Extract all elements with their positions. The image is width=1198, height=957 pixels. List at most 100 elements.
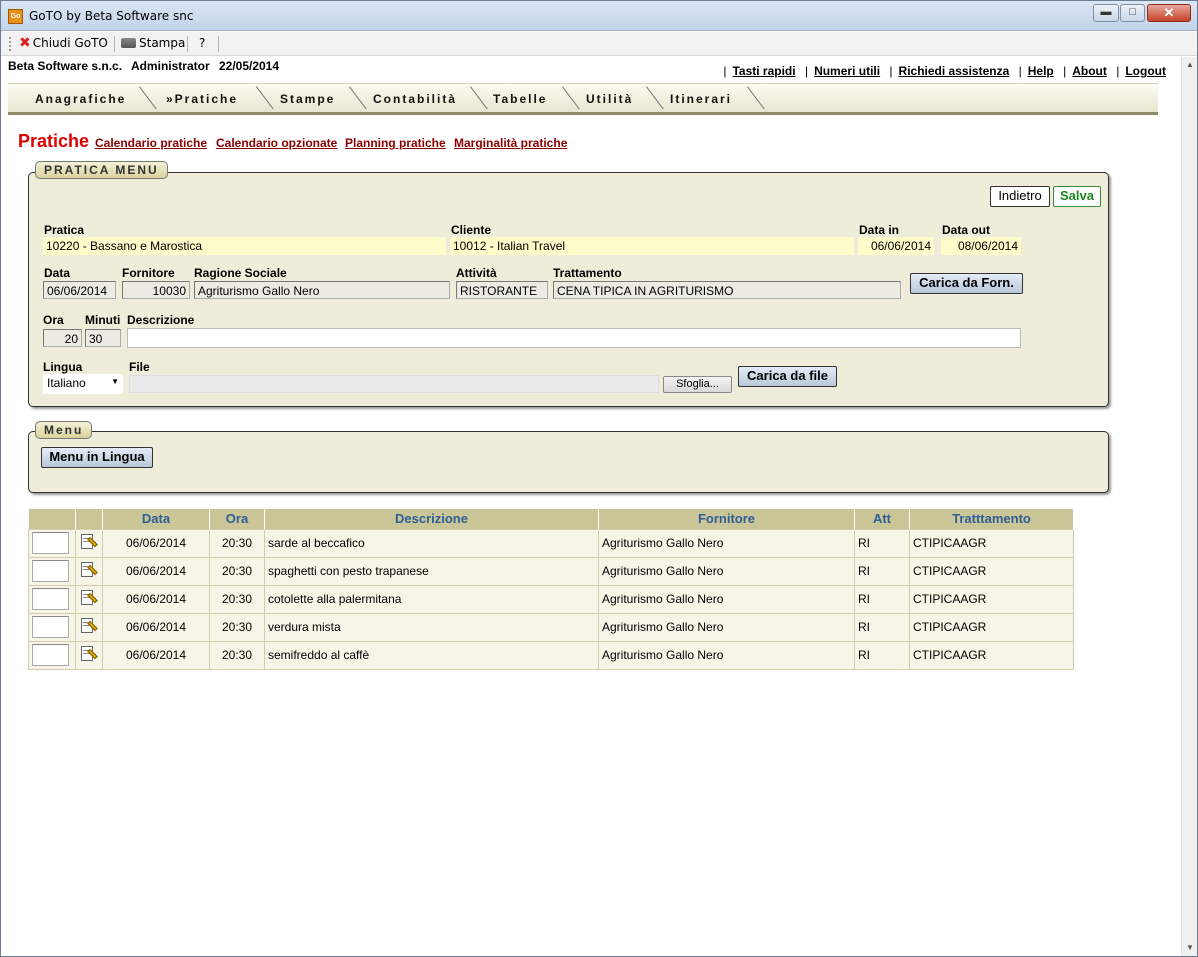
row-trattamento: CTIPICAAGR [909,612,1074,642]
link-numeri-utili[interactable]: Numeri utili [814,64,880,78]
pratica-field: 10220 - Bassano e Marostica [43,237,446,255]
app-icon: Go [8,9,23,24]
row-trattamento: CTIPICAAGR [909,556,1074,586]
maximize-button[interactable]: □ [1120,4,1145,22]
load-from-file-button[interactable]: Carica da file [738,366,837,387]
nav-divider [562,86,580,110]
nav-contabilita[interactable]: Contabilità [373,92,457,106]
nav-itinerari[interactable]: Itinerari [670,92,732,106]
link-planning-pratiche[interactable]: Planning pratiche [345,136,446,150]
descrizione-label: Descrizione [127,313,195,327]
top-links: | Tasti rapidi | Numeri utili | Richiedi as… [723,64,1166,78]
close-goto-label: Chiudi GoTO [32,36,108,50]
trattamento-field: CENA TIPICA IN AGRITURISMO [553,281,901,299]
close-window-button[interactable]: ✕ [1147,4,1191,22]
row-edit-cell [75,584,103,614]
chevron-down-icon: ▼ [111,377,119,386]
link-calendario-pratiche[interactable]: Calendario pratiche [95,136,207,150]
scroll-down-icon[interactable]: ▼ [1182,940,1198,956]
lingua-selected: Italiano [47,376,86,390]
col-data[interactable]: Data [102,509,210,529]
table-row: 06/06/2014 20:30 cotolette alla palermit… [28,584,1074,614]
lingua-select[interactable]: Italiano ▼ [43,374,123,394]
edit-icon[interactable] [79,532,99,552]
col-ora[interactable]: Ora [209,509,265,529]
col-att[interactable]: Att [854,509,910,529]
nav-divider [256,86,274,110]
col-select [28,509,76,529]
edit-icon[interactable] [79,560,99,580]
cliente-label: Cliente [451,223,492,237]
row-trattamento: CTIPICAAGR [909,584,1074,614]
nav-stampe[interactable]: Stampe [280,92,335,106]
row-quantity-input[interactable] [32,588,69,610]
row-trattamento: CTIPICAAGR [909,640,1074,670]
toolbar-separator [187,36,188,52]
ragione-sociale-field: Agriturismo Gallo Nero [194,281,450,299]
close-goto-button[interactable]: ✖ Chiudi GoTO [19,36,108,50]
edit-icon[interactable] [79,616,99,636]
link-marginalita-pratiche[interactable]: Marginalità pratiche [454,136,567,150]
menu-legend: Menu [35,421,93,439]
minimize-button[interactable]: ▬ [1093,4,1119,22]
row-edit-cell [75,612,103,642]
print-label: Stampa [139,36,186,50]
link-richiedi-assistenza[interactable]: Richiedi assistenza [899,64,1010,78]
col-descrizione[interactable]: Descrizione [264,509,599,529]
minuti-field: 30 [85,329,121,347]
pratica-menu-panel: Indietro Salva Pratica 10220 - Bassano e… [28,172,1109,407]
row-quantity-input[interactable] [32,644,69,666]
row-fornitore: Agriturismo Gallo Nero [598,640,855,670]
row-quantity-input[interactable] [32,560,69,582]
row-trattamento: CTIPICAAGR [909,528,1074,558]
user-name: Administrator [130,59,210,73]
ora-label: Ora [43,313,64,327]
col-trattamento[interactable]: Tratttamento [909,509,1074,529]
print-button[interactable]: Stampa [121,36,185,50]
save-button[interactable]: Salva [1053,186,1101,207]
link-help[interactable]: Help [1028,64,1054,78]
row-fornitore: Agriturismo Gallo Nero [598,612,855,642]
row-data: 06/06/2014 [102,612,210,642]
dishes-table: Data Ora Descrizione Fornitore Att Tratt… [28,509,1074,670]
link-about[interactable]: About [1072,64,1107,78]
scroll-up-icon[interactable]: ▲ [1182,57,1198,73]
load-from-supplier-button[interactable]: Carica da Forn. [910,273,1023,294]
col-edit [75,509,103,529]
help-button[interactable]: ? [199,36,205,50]
vertical-scrollbar[interactable]: ▲ ▼ [1181,57,1197,956]
nav-tabelle[interactable]: Tabelle [493,92,547,106]
browse-button[interactable]: Sfoglia... [663,376,732,393]
ragione-sociale-label: Ragione Sociale [194,266,287,280]
nav-pratiche[interactable]: »Pratiche [166,92,238,106]
link-calendario-opzionate[interactable]: Calendario opzionate [216,136,337,150]
data-out-label: Data out [942,223,990,237]
row-att: RI [854,584,910,614]
back-button[interactable]: Indietro [990,186,1050,207]
row-ora: 20:30 [209,640,265,670]
file-path-field[interactable] [129,375,659,393]
link-tasti-rapidi[interactable]: Tasti rapidi [732,64,795,78]
edit-icon[interactable] [79,588,99,608]
row-quantity-input[interactable] [32,532,69,554]
row-fornitore: Agriturismo Gallo Nero [598,528,855,558]
row-select-cell [28,612,76,642]
link-logout[interactable]: Logout [1125,64,1166,78]
table-row: 06/06/2014 20:30 sarde al beccafico Agri… [28,528,1074,558]
col-fornitore[interactable]: Fornitore [598,509,855,529]
close-icon: ✖ [19,35,31,51]
table-row: 06/06/2014 20:30 semifreddo al caffè Agr… [28,640,1074,670]
cliente-field: 10012 - Italian Travel [450,237,854,255]
row-quantity-input[interactable] [32,616,69,638]
row-descrizione: spaghetti con pesto trapanese [264,556,599,586]
edit-icon[interactable] [79,644,99,664]
nav-anagrafiche[interactable]: Anagrafiche [35,92,126,106]
table-header-row: Data Ora Descrizione Fornitore Att Tratt… [28,509,1074,529]
menu-in-lingua-button[interactable]: Menu in Lingua [41,447,153,468]
descrizione-input[interactable] [127,328,1021,348]
nav-utilita[interactable]: Utilità [586,92,633,106]
row-edit-cell [75,640,103,670]
user-info: Beta Software s.n.c. Administrator 22/05… [8,59,285,73]
row-select-cell [28,640,76,670]
row-select-cell [28,528,76,558]
